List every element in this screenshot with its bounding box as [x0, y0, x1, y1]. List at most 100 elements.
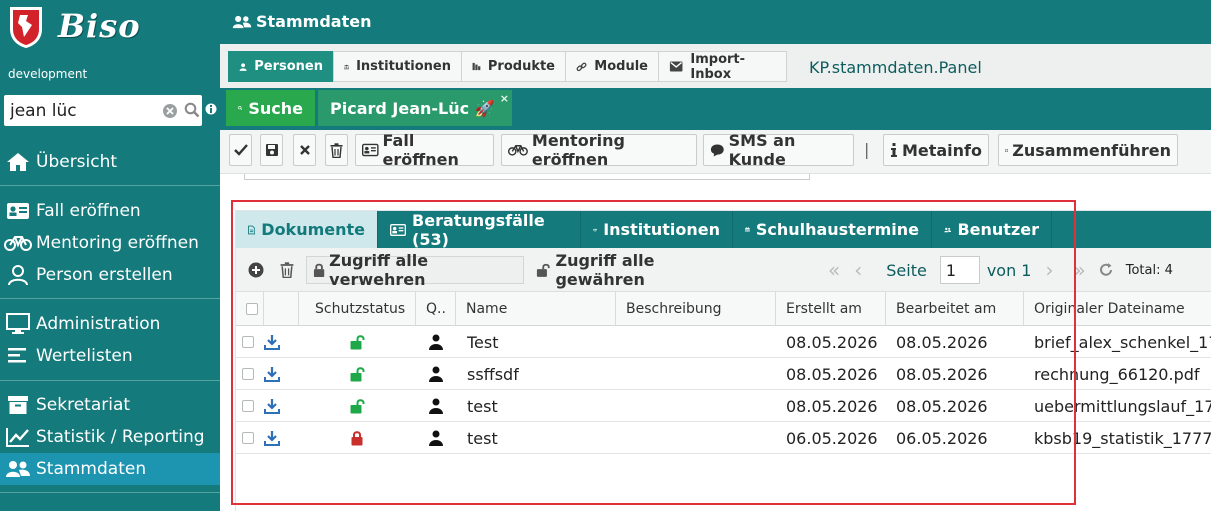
cell-dateiname: brief_alex_schenkel_17	[1034, 332, 1211, 352]
user-icon	[429, 334, 443, 350]
sidebar-item-statistik[interactable]: Statistik / Reporting	[0, 421, 220, 453]
home-icon	[7, 153, 29, 171]
tab-label: Module	[594, 59, 648, 74]
download-icon[interactable]	[264, 366, 280, 382]
row-checkbox[interactable]	[242, 432, 254, 444]
add-button[interactable]	[242, 256, 270, 284]
select-all-checkbox[interactable]	[246, 303, 258, 315]
column-header-beschreibung[interactable]: Beschreibung	[616, 292, 776, 326]
cell-erstellt: 08.05.2026	[786, 364, 878, 384]
grant-all-access-button[interactable]: Zugriff alle gewähren	[530, 251, 738, 289]
download-icon[interactable]	[264, 398, 280, 414]
cell-erstellt: 08.05.2026	[786, 332, 878, 352]
next-page-icon[interactable]: ›	[1045, 258, 1053, 282]
prev-page-icon[interactable]: ‹	[854, 258, 862, 282]
unlock-icon[interactable]	[348, 334, 368, 350]
button-label: SMS an Kunde	[728, 131, 796, 169]
trash-icon	[280, 262, 294, 278]
tab-suche[interactable]: Suche	[226, 90, 315, 126]
page-number-input[interactable]	[939, 256, 980, 284]
sidebar-item-mentoring[interactable]: Mentoring eröffnen	[0, 227, 220, 259]
first-page-icon[interactable]: «	[828, 258, 840, 282]
zusammenfuehren-button[interactable]: Zusammenführen	[998, 134, 1178, 166]
delete-button[interactable]	[325, 134, 348, 166]
id-card-icon	[390, 223, 407, 236]
column-header-name[interactable]: Name	[456, 292, 616, 326]
tab-module[interactable]: Module	[565, 51, 659, 82]
table-row[interactable]: test 06.05.2026 06.05.2026 kbsb19_statis…	[236, 422, 1211, 454]
column-header-schutzstatus[interactable]: Schutzstatus	[299, 292, 416, 326]
button-label: Metainfo	[901, 140, 982, 160]
document-icon	[248, 225, 256, 234]
tab-label: Produkte	[487, 59, 555, 74]
table-row[interactable]: Test 08.05.2026 08.05.2026 brief_alex_sc…	[236, 326, 1211, 358]
products-icon	[472, 62, 481, 71]
tab-label: Institutionen	[356, 59, 451, 74]
tab-dokumente[interactable]: Dokumente	[236, 211, 378, 248]
last-page-icon[interactable]: »	[1073, 258, 1085, 282]
column-header-quelle[interactable]: Q..	[416, 292, 456, 326]
sidebar-item-sekretariat[interactable]: Sekretariat	[0, 389, 220, 421]
bicycle-icon	[4, 236, 32, 251]
column-header-dateiname[interactable]: Originaler Dateiname	[1024, 292, 1211, 326]
person-search-box	[4, 95, 202, 126]
fall-eroeffnen-button[interactable]: Fall eröffnen	[355, 131, 494, 169]
app-logo[interactable]: Biso	[8, 5, 208, 57]
close-icon[interactable]: ×	[500, 92, 509, 105]
column-header-erstellt[interactable]: Erstellt am	[776, 292, 886, 326]
confirm-button[interactable]	[229, 134, 252, 166]
download-icon[interactable]	[264, 334, 280, 350]
tab-schulhaustermine[interactable]: Schulhaustermine	[733, 211, 932, 248]
toolbar-separator: |	[864, 140, 870, 159]
tab-benutzer[interactable]: Benutzer	[932, 211, 1052, 248]
mentoring-eroeffnen-button[interactable]: Mentoring eröffnen	[501, 131, 697, 169]
tab-personen[interactable]: Personen	[228, 51, 334, 82]
cell-erstellt: 06.05.2026	[786, 428, 878, 448]
button-label: Mentoring eröffnen	[531, 131, 625, 169]
info-icon[interactable]	[205, 102, 217, 116]
cancel-button[interactable]	[293, 134, 316, 166]
link-icon	[576, 62, 587, 71]
table-row[interactable]: test 08.05.2026 08.05.2026 uebermittlung…	[236, 390, 1211, 422]
row-checkbox[interactable]	[242, 368, 254, 380]
tab-beratungsfaelle[interactable]: Beratungsfälle (53)	[378, 211, 581, 249]
sidebar-item-label: Mentoring eröffnen	[36, 233, 199, 253]
sidebar-item-person-erstellen[interactable]: Person erstellen	[0, 259, 220, 291]
sidebar-divider	[0, 185, 220, 186]
table-row[interactable]: ssffsdf 08.05.2026 08.05.2026 rechnung_6…	[236, 358, 1211, 390]
sidebar-item-stammdaten[interactable]: Stammdaten	[0, 453, 220, 485]
unlock-icon[interactable]	[348, 366, 368, 382]
tab-label: Institutionen	[603, 220, 720, 239]
module-tab-bar: Personen Institutionen Produkte Module I…	[220, 44, 1211, 88]
users-icon	[593, 228, 598, 231]
tab-import-inbox[interactable]: Import-Inbox	[658, 51, 787, 82]
row-checkbox[interactable]	[242, 336, 254, 348]
download-icon[interactable]	[264, 430, 280, 446]
tab-produkte[interactable]: Produkte	[461, 51, 566, 82]
sidebar-item-fall-eroeffnen[interactable]: Fall eröffnen	[0, 195, 220, 227]
metainfo-button[interactable]: Metainfo	[883, 134, 989, 166]
sidebar-item-wertelisten[interactable]: Wertelisten	[0, 340, 220, 372]
delete-document-button[interactable]	[274, 256, 300, 284]
cell-name: test	[467, 396, 498, 416]
cell-name: ssffsdf	[467, 364, 519, 384]
tab-person-picard[interactable]: Picard Jean-Lüc 🚀 ×	[318, 90, 512, 126]
refresh-icon[interactable]	[1098, 262, 1114, 278]
sms-an-kunde-button[interactable]: SMS an Kunde	[703, 131, 854, 169]
row-checkbox[interactable]	[242, 400, 254, 412]
sidebar-item-administration[interactable]: Administration	[0, 308, 220, 340]
list-icon	[8, 348, 26, 363]
lock-icon[interactable]	[350, 430, 364, 446]
tab-institutionen-inner[interactable]: Institutionen	[581, 211, 733, 248]
unlock-icon[interactable]	[348, 398, 368, 414]
search-icon[interactable]	[184, 102, 200, 118]
column-header-bearbeitet[interactable]: Bearbeitet am	[886, 292, 1024, 326]
save-button[interactable]	[260, 134, 283, 166]
users-icon	[6, 461, 30, 477]
search-input[interactable]	[10, 98, 160, 123]
tab-institutionen[interactable]: Institutionen	[333, 51, 462, 82]
column-header-download	[264, 292, 299, 326]
clear-icon[interactable]	[162, 103, 178, 119]
deny-all-access-button[interactable]: Zugriff alle verwehren	[306, 251, 524, 289]
sidebar-item-uebersicht[interactable]: Übersicht	[0, 146, 220, 178]
